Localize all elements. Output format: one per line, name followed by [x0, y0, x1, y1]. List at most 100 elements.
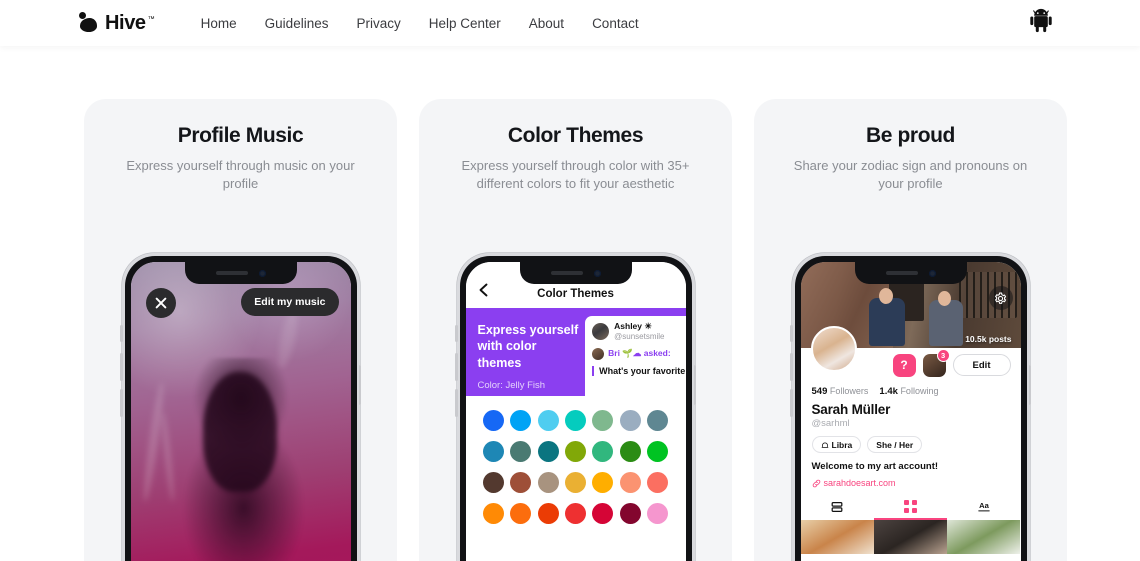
- profile-tab-bar: Aa: [800, 495, 1021, 518]
- profile-chips: Libra She / Her: [811, 436, 1010, 453]
- color-swatch[interactable]: [537, 441, 559, 462]
- following-label: Following: [900, 386, 939, 396]
- dm-badge-count: 3: [936, 348, 950, 362]
- phone-notch: [854, 262, 967, 284]
- color-swatch[interactable]: [564, 503, 586, 524]
- color-swatch[interactable]: [564, 472, 586, 493]
- close-x-icon: [155, 297, 166, 309]
- nav-item-home[interactable]: Home: [187, 10, 251, 37]
- direct-message-button[interactable]: 3: [922, 348, 950, 377]
- profile-handle: @sarhml: [811, 418, 850, 429]
- color-swatch[interactable]: [537, 410, 559, 431]
- feature-card-color-themes: Color Themes Express yourself through co…: [419, 99, 732, 561]
- color-swatch[interactable]: [619, 503, 641, 524]
- profile-stats: 549 Followers 1.4k Following: [812, 386, 1010, 397]
- color-swatch[interactable]: [592, 503, 614, 524]
- color-swatch[interactable]: [619, 441, 641, 462]
- color-swatch[interactable]: [510, 441, 532, 462]
- feed-preview-card: Ashley ☀ @sunsetsmile Bri 🌱☁ asked: What…: [585, 316, 686, 396]
- phone-screen-music: Edit my music I Feel (Hollow): [130, 262, 351, 561]
- edit-profile-button[interactable]: Edit: [952, 354, 1011, 376]
- site-header: Hive ™ Home Guidelines Privacy Help Cent…: [0, 0, 1140, 46]
- color-swatch[interactable]: [592, 472, 614, 493]
- banner-color-label: Color: Jelly Fish: [477, 379, 546, 391]
- libra-scales-icon: [821, 442, 828, 448]
- profile-display-name: Sarah Müller: [811, 402, 891, 417]
- color-swatch[interactable]: [619, 472, 641, 493]
- main-navigation: Home Guidelines Privacy Help Center Abou…: [187, 10, 653, 37]
- color-swatch[interactable]: [482, 503, 504, 524]
- color-swatch[interactable]: [647, 472, 669, 493]
- svg-text:Aa: Aa: [979, 501, 989, 510]
- tab-grid-view[interactable]: [874, 495, 947, 518]
- card-subtitle: Express yourself through color with 35+ …: [461, 158, 690, 191]
- phone-mockup-themes: Color Themes Express yourself with color…: [455, 253, 696, 561]
- color-swatch[interactable]: [592, 441, 614, 462]
- nav-item-about[interactable]: About: [515, 10, 578, 37]
- color-swatch[interactable]: [647, 441, 669, 462]
- avatar: [592, 322, 610, 340]
- color-swatch[interactable]: [564, 441, 586, 462]
- feed-asked-by: Bri 🌱☁ asked:: [608, 348, 671, 359]
- android-robot-icon[interactable]: [1030, 8, 1052, 38]
- card-subtitle: Share your zodiac sign and pronouns on y…: [793, 158, 1028, 191]
- color-swatch[interactable]: [564, 410, 586, 431]
- close-button[interactable]: [145, 288, 176, 318]
- nav-item-contact[interactable]: Contact: [578, 10, 653, 37]
- list-view-icon: [831, 502, 843, 512]
- phone-screen-themes: Color Themes Express yourself with color…: [465, 262, 686, 561]
- feed-question: What's your favorite: [592, 365, 685, 376]
- nav-item-privacy[interactable]: Privacy: [342, 10, 414, 37]
- tab-text-view[interactable]: Aa: [947, 495, 1020, 518]
- banner-heading: Express yourself with color themes: [477, 323, 579, 370]
- phone-mockup-music: Edit my music I Feel (Hollow): [120, 253, 361, 561]
- nav-item-help-center[interactable]: Help Center: [415, 10, 515, 37]
- gear-settings-icon: [995, 292, 1007, 304]
- color-swatch[interactable]: [482, 410, 504, 431]
- card-subtitle: Express yourself through music on your p…: [126, 158, 355, 191]
- grid-view-icon: [904, 500, 917, 513]
- color-swatch[interactable]: [592, 410, 614, 431]
- text-view-icon: Aa: [978, 501, 990, 512]
- edit-my-music-button[interactable]: Edit my music: [241, 288, 339, 316]
- color-swatch[interactable]: [510, 410, 532, 431]
- phone-notch: [519, 262, 632, 284]
- phone-notch: [184, 262, 297, 284]
- profile-website-link[interactable]: sarahdoesart.com: [812, 478, 1010, 488]
- phone-screen-profile: 10.5k posts ? 3 Edit 549 Followers 1.4k …: [800, 262, 1021, 561]
- logo-trademark: ™: [147, 15, 155, 23]
- color-swatch[interactable]: [619, 410, 641, 431]
- color-swatch[interactable]: [537, 472, 559, 493]
- profile-avatar[interactable]: [810, 326, 857, 372]
- website-label: sarahdoesart.com: [823, 478, 896, 488]
- avatar: [592, 347, 605, 360]
- color-swatch[interactable]: [510, 472, 532, 493]
- photo-thumb[interactable]: [800, 520, 874, 554]
- profile-photo-grid: [800, 520, 1021, 554]
- profile-action-row: ? 3 Edit: [800, 326, 1021, 382]
- zodiac-chip[interactable]: Libra: [811, 436, 862, 453]
- hive-bee-logo-icon: [78, 12, 100, 34]
- link-chain-icon: [812, 479, 820, 487]
- color-swatch[interactable]: [482, 441, 504, 462]
- feed-user-handle: @sunsetsmile: [614, 331, 665, 341]
- settings-button[interactable]: [988, 286, 1013, 310]
- feature-card-profile-music: Profile Music Express yourself through m…: [84, 99, 397, 561]
- photo-thumb[interactable]: [947, 520, 1021, 554]
- color-swatch[interactable]: [510, 503, 532, 524]
- pronouns-chip[interactable]: She / Her: [867, 436, 923, 453]
- hive-logo[interactable]: Hive ™: [78, 12, 155, 35]
- nav-item-guidelines[interactable]: Guidelines: [251, 10, 343, 37]
- followers-value: 549: [811, 386, 828, 397]
- question-button[interactable]: ?: [892, 353, 916, 377]
- profile-info: 549 Followers 1.4k Following Sarah Mülle…: [800, 382, 1021, 488]
- profile-bio: Welcome to my art account!: [811, 461, 939, 472]
- color-swatch[interactable]: [537, 503, 559, 524]
- tab-list-view[interactable]: [801, 495, 874, 518]
- color-swatch[interactable]: [482, 472, 504, 493]
- back-button[interactable]: [478, 283, 489, 302]
- card-title: Color Themes: [507, 124, 644, 147]
- photo-thumb[interactable]: [873, 520, 948, 554]
- color-swatch[interactable]: [647, 503, 669, 524]
- color-swatch[interactable]: [647, 410, 669, 431]
